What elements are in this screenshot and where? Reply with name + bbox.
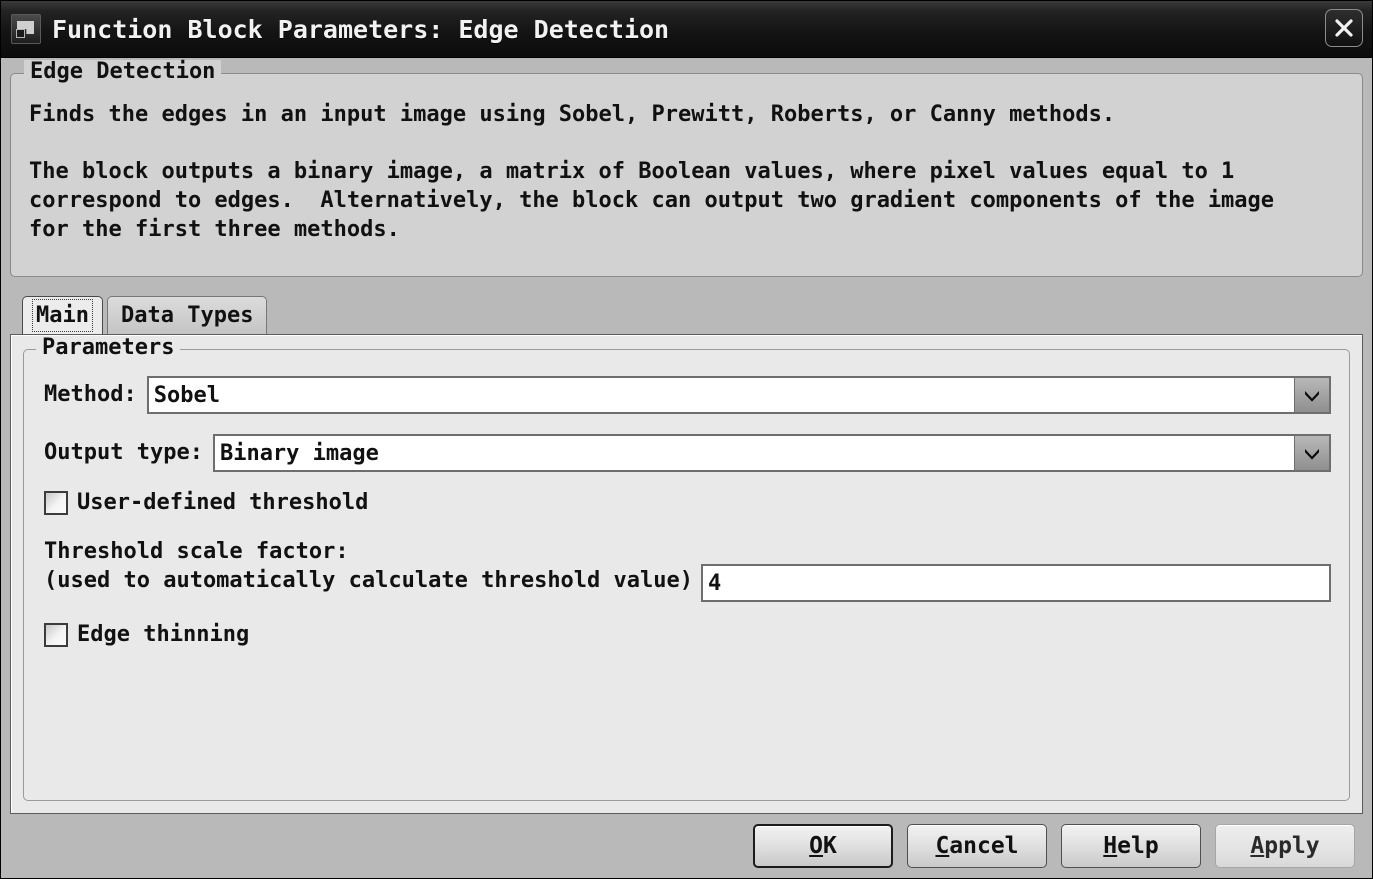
output-type-label: Output type: (44, 440, 203, 465)
apply-button[interactable]: Apply (1215, 824, 1355, 868)
tab-main[interactable]: Main (22, 296, 103, 334)
title-bar: Function Block Parameters: Edge Detectio… (1, 1, 1372, 58)
dialog-button-bar: OK Cancel Help Apply (9, 814, 1364, 878)
tab-main-label: Main (32, 299, 93, 332)
help-button-label: elp (1117, 833, 1159, 859)
parameters-rows: Method: Sobel Output type: Binary image … (44, 376, 1331, 647)
method-label: Method: (44, 382, 137, 407)
cancel-button-mnemonic: C (935, 833, 950, 859)
dialog-window: Function Block Parameters: Edge Detectio… (0, 0, 1373, 879)
parameters-group-title: Parameters (36, 336, 181, 360)
user-defined-threshold-row: User-defined threshold (44, 490, 1331, 515)
user-defined-threshold-label[interactable]: User-defined threshold (77, 490, 368, 515)
chevron-down-icon[interactable] (1294, 378, 1329, 412)
threshold-scale-factor-input[interactable]: 4 (701, 564, 1331, 602)
output-type-value: Binary image (219, 440, 379, 466)
output-type-row: Output type: Binary image (44, 434, 1331, 472)
cancel-button[interactable]: Cancel (907, 824, 1047, 868)
method-value: Sobel (153, 382, 220, 408)
close-icon[interactable] (1325, 9, 1363, 47)
edge-thinning-checkbox[interactable] (44, 622, 68, 647)
user-defined-threshold-checkbox[interactable] (44, 490, 68, 515)
simulink-block-icon (11, 14, 41, 44)
output-type-dropdown[interactable]: Binary image (212, 434, 1331, 472)
ok-button-mnemonic: O (809, 833, 823, 859)
tab-data-types[interactable]: Data Types (106, 296, 268, 334)
chevron-down-icon[interactable] (1294, 436, 1329, 470)
threshold-scale-factor-row: Threshold scale factor: (used to automat… (44, 537, 1331, 602)
ok-button-label: K (823, 833, 837, 859)
ok-button[interactable]: OK (753, 824, 893, 868)
window-title: Function Block Parameters: Edge Detectio… (52, 14, 670, 44)
help-button[interactable]: Help (1061, 824, 1201, 868)
dialog-client-area: Edge Detection Finds the edges in an inp… (1, 58, 1372, 878)
edge-thinning-row: Edge thinning (44, 622, 1331, 647)
cancel-button-label: ancel (949, 833, 1019, 859)
apply-button-label: pply (1264, 833, 1320, 859)
apply-button-mnemonic: A (1250, 833, 1265, 859)
tab-data-types-label: Data Types (120, 303, 254, 328)
parameters-groupbox: Parameters Method: Sobel Output type: Bi… (23, 336, 1350, 801)
description-paragraph-1: Finds the edges in an input image using … (29, 102, 1116, 127)
tab-strip: Main Data Types (22, 296, 1363, 334)
method-row: Method: Sobel (44, 376, 1331, 414)
method-dropdown[interactable]: Sobel (146, 376, 1331, 414)
help-button-mnemonic: H (1103, 833, 1118, 859)
tab-panel-main: Parameters Method: Sobel Output type: Bi… (10, 334, 1363, 814)
description-paragraph-2: The block outputs a binary image, a matr… (29, 159, 1275, 242)
threshold-scale-factor-label: Threshold scale factor: (used to automat… (44, 539, 694, 593)
description-group-title: Edge Detection (24, 60, 222, 84)
edge-thinning-label[interactable]: Edge thinning (77, 622, 249, 647)
description-groupbox: Edge Detection Finds the edges in an inp… (10, 60, 1363, 277)
